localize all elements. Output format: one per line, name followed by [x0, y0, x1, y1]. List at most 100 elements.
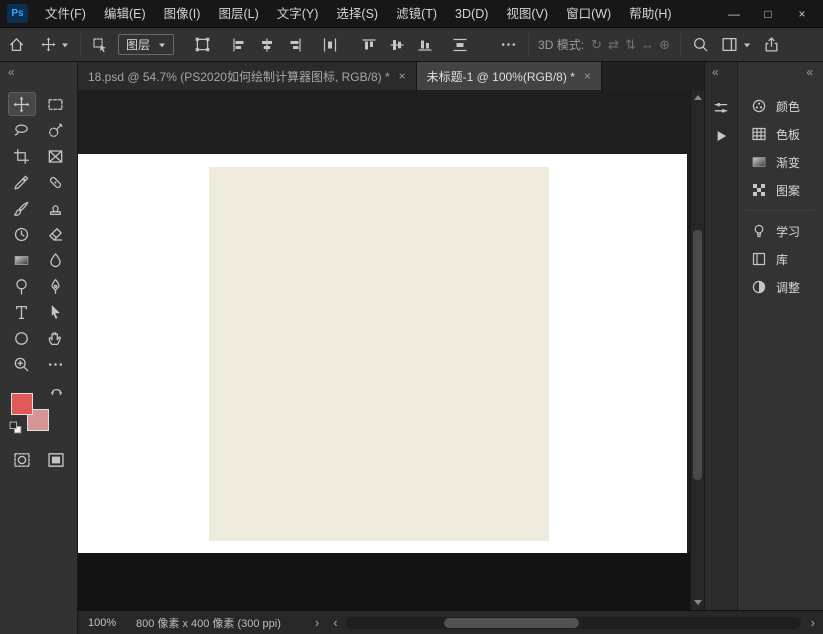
divider	[680, 33, 682, 56]
menu-file[interactable]: 文件(F)	[36, 0, 95, 28]
document-area: 18.psd @ 54.7% (PS2020如何绘制计算器图标, RGB/8) …	[78, 62, 704, 610]
scroll-down-arrow[interactable]	[694, 600, 702, 605]
3d-drag-icon[interactable]: ⇅	[622, 37, 639, 53]
canvas-pasteboard[interactable]	[78, 90, 704, 610]
align-right-button[interactable]	[283, 32, 307, 58]
distribute-horizontal-icon	[323, 37, 337, 52]
close-button[interactable]: ×	[785, 0, 819, 27]
panel-tab-gradients[interactable]: 渐变	[738, 148, 823, 176]
3d-scale-icon[interactable]: ⊕	[656, 37, 673, 53]
share-image-button[interactable]	[759, 32, 784, 58]
menu-type[interactable]: 文字(Y)	[268, 0, 328, 28]
align-center-horizontal-button[interactable]	[255, 32, 279, 58]
show-transform-controls-toggle[interactable]	[190, 32, 215, 58]
scroll-up-arrow[interactable]	[694, 95, 702, 100]
path-selection-tool[interactable]	[42, 300, 70, 324]
align-bottom-button[interactable]	[413, 32, 437, 58]
edit-toolbar-button[interactable]	[42, 352, 70, 376]
tab-close-icon[interactable]: ×	[584, 69, 591, 83]
status-expander-icon[interactable]: ›	[315, 615, 319, 630]
move-tool[interactable]	[7, 92, 36, 116]
minimize-button[interactable]: —	[717, 0, 751, 27]
vertical-scrollbar-thumb[interactable]	[693, 230, 702, 480]
frame-tool[interactable]	[42, 144, 70, 168]
blur-tool[interactable]	[42, 248, 70, 272]
crop-tool[interactable]	[8, 144, 36, 168]
menu-edit[interactable]: 编辑(E)	[95, 0, 155, 28]
workspace-switcher[interactable]	[717, 32, 755, 58]
hand-tool[interactable]	[42, 326, 70, 350]
3d-slide-icon[interactable]: ↔	[639, 37, 656, 52]
eraser-tool[interactable]	[42, 222, 70, 246]
quick-selection-tool[interactable]	[42, 118, 70, 142]
scroll-right-arrow[interactable]: ›	[811, 615, 815, 630]
search-button[interactable]	[688, 32, 713, 58]
panel-tab-patterns[interactable]: 图案	[738, 176, 823, 204]
zoom-level-field[interactable]: 100%	[88, 617, 126, 629]
swap-colors-icon[interactable]	[50, 384, 63, 397]
history-brush-tool[interactable]	[8, 222, 36, 246]
align-top-button[interactable]	[357, 32, 381, 58]
document-canvas[interactable]	[78, 154, 687, 553]
panel-tab-learn[interactable]: 学习	[738, 217, 823, 245]
spot-healing-brush-tool[interactable]	[42, 170, 70, 194]
horizontal-scrollbar[interactable]	[345, 616, 801, 629]
dodge-tool[interactable]	[8, 274, 36, 298]
3d-rotate-icon[interactable]: ↻	[588, 37, 605, 53]
scroll-left-arrow[interactable]: ‹	[333, 615, 337, 630]
horizontal-scrollbar-thumb[interactable]	[443, 617, 579, 628]
menu-help[interactable]: 帮助(H)	[620, 0, 680, 28]
strip-collapse-button[interactable]: «	[712, 65, 719, 79]
3d-roll-icon[interactable]: ⇄	[605, 37, 622, 53]
zoom-icon	[14, 357, 29, 371]
toolbar-collapse-button[interactable]: «	[8, 65, 15, 79]
gradient-tool[interactable]	[8, 248, 36, 272]
panel-collapse-button[interactable]: «	[806, 65, 813, 79]
document-tab-active[interactable]: 未标题-1 @ 100%(RGB/8) * ×	[416, 62, 602, 90]
zoom-tool[interactable]	[8, 352, 36, 376]
canvas-shape-rectangle	[209, 167, 549, 541]
ellipsis-icon	[48, 362, 63, 366]
clone-stamp-tool[interactable]	[42, 196, 70, 220]
color-panel-icon	[752, 99, 766, 113]
distribute-horizontal-button[interactable]	[318, 32, 342, 58]
auto-select-target-dropdown[interactable]: 图层	[118, 34, 175, 55]
horizontal-type-tool[interactable]	[8, 300, 36, 324]
pen-tool[interactable]	[42, 274, 70, 298]
search-icon	[694, 38, 708, 52]
ellipse-shape-tool[interactable]	[8, 326, 36, 350]
vertical-scrollbar[interactable]	[690, 90, 704, 610]
panel-tab-libraries[interactable]: 库	[738, 245, 823, 273]
quick-mask-mode-button[interactable]	[8, 448, 36, 472]
brush-tool[interactable]	[8, 196, 36, 220]
menu-select[interactable]: 选择(S)	[327, 0, 387, 28]
auto-select-value: 图层	[126, 38, 151, 52]
lasso-tool[interactable]	[8, 118, 36, 142]
tab-close-icon[interactable]: ×	[399, 69, 406, 83]
default-colors-icon[interactable]	[9, 421, 22, 434]
align-middle-vertical-button[interactable]	[385, 32, 409, 58]
foreground-color-swatch[interactable]	[11, 393, 33, 415]
auto-select-toggle[interactable]	[88, 32, 112, 58]
tool-preset-picker[interactable]	[37, 32, 73, 58]
distribute-vertical-button[interactable]	[448, 32, 472, 58]
menu-3d[interactable]: 3D(D)	[446, 0, 497, 28]
rectangular-marquee-tool[interactable]	[42, 92, 70, 116]
home-button[interactable]	[4, 32, 29, 58]
menu-filter[interactable]: 滤镜(T)	[387, 0, 446, 28]
more-align-options-button[interactable]	[496, 32, 521, 58]
maximize-button[interactable]: □	[751, 0, 785, 27]
properties-panel-icon[interactable]	[712, 99, 730, 117]
menu-layer[interactable]: 图层(L)	[209, 0, 267, 28]
eyedropper-tool[interactable]	[8, 170, 36, 194]
actions-panel-icon[interactable]	[712, 127, 730, 145]
document-tab-inactive[interactable]: 18.psd @ 54.7% (PS2020如何绘制计算器图标, RGB/8) …	[78, 62, 417, 90]
panel-tab-color[interactable]: 颜色	[738, 92, 823, 120]
panel-tab-swatches[interactable]: 色板	[738, 120, 823, 148]
screen-mode-button[interactable]	[42, 448, 70, 472]
menu-window[interactable]: 窗口(W)	[557, 0, 620, 28]
align-left-button[interactable]	[227, 32, 251, 58]
menu-image[interactable]: 图像(I)	[155, 0, 210, 28]
panel-tab-adjustments[interactable]: 调整	[738, 273, 823, 301]
menu-view[interactable]: 视图(V)	[497, 0, 557, 28]
